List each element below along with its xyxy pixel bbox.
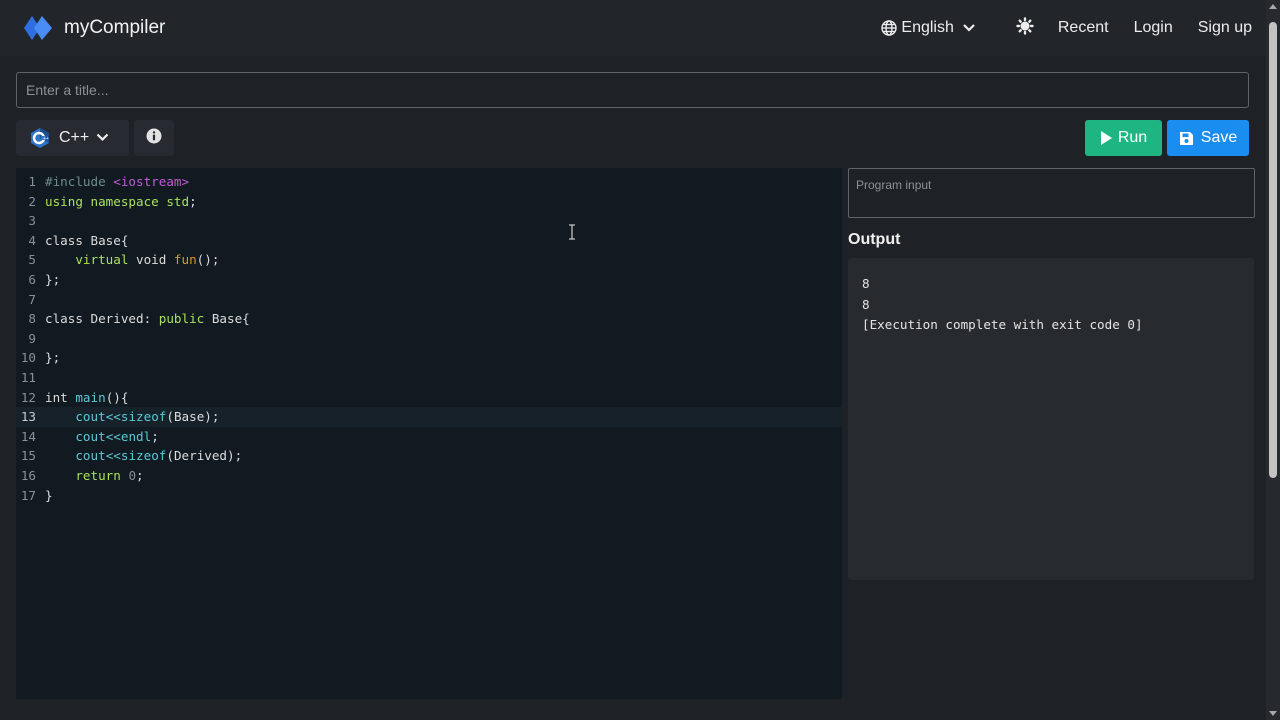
program-input[interactable] bbox=[848, 168, 1255, 218]
line-number: 14 bbox=[20, 428, 36, 444]
code-line[interactable]: 14 cout<<endl; bbox=[16, 427, 842, 447]
chevron-down-icon bbox=[96, 129, 109, 147]
line-number: 2 bbox=[28, 193, 36, 209]
code-line[interactable]: 10}; bbox=[16, 348, 842, 368]
theme-toggle-button[interactable] bbox=[1016, 16, 1034, 40]
code-text: cout<<sizeof(Base); bbox=[75, 409, 220, 425]
code-editor[interactable]: 1 #include <iostream> 2 using namespace std… bbox=[16, 168, 842, 699]
line-number: 7 bbox=[28, 291, 36, 307]
line-number: 5 bbox=[28, 252, 36, 268]
chevron-down-icon bbox=[962, 23, 976, 33]
brand[interactable]: myCompiler bbox=[23, 15, 165, 41]
save-button-label: Save bbox=[1200, 129, 1238, 146]
play-icon bbox=[1100, 131, 1112, 145]
code-text: return 0; bbox=[75, 467, 144, 483]
line-number: 1 bbox=[28, 174, 36, 189]
code-line[interactable]: 3 bbox=[16, 211, 842, 231]
code-line[interactable]: 16 return 0; bbox=[16, 466, 842, 486]
navbar: myCompiler English Recent Login Sign up bbox=[0, 0, 1266, 56]
language-select[interactable]: ++ C++ bbox=[16, 120, 129, 156]
code-text: cout<<endl; bbox=[75, 428, 159, 444]
code-text: int main(){ bbox=[45, 389, 129, 405]
code-line[interactable]: 9 bbox=[16, 329, 842, 349]
language-select-label: C++ bbox=[59, 129, 90, 146]
code-line[interactable]: 7 bbox=[16, 290, 842, 310]
line-number: 10 bbox=[20, 350, 36, 366]
output-heading: Output bbox=[848, 231, 901, 248]
line-number: 4 bbox=[28, 232, 36, 248]
info-icon bbox=[146, 128, 162, 149]
code-line[interactable]: 15 cout<<sizeof(Derived); bbox=[16, 446, 842, 466]
brand-name: myCompiler bbox=[64, 17, 166, 38]
language-label: English bbox=[901, 19, 954, 36]
code-text: class Derived: public Base{ bbox=[45, 311, 250, 327]
nav-link-signup[interactable]: Sign up bbox=[1198, 19, 1252, 37]
globe-icon bbox=[881, 20, 898, 36]
code-line[interactable]: 4 class Base{ bbox=[16, 231, 842, 251]
code-text: }; bbox=[45, 271, 61, 287]
code-line[interactable]: 6}; bbox=[16, 270, 842, 290]
line-number: 16 bbox=[20, 467, 36, 483]
line-number: 13 bbox=[20, 409, 36, 425]
line-number: 6 bbox=[28, 271, 36, 287]
code-line[interactable]: 2 using namespace std; bbox=[16, 192, 842, 212]
title-input[interactable] bbox=[16, 72, 1249, 108]
code-line[interactable]: 1 #include <iostream> bbox=[16, 172, 842, 192]
svg-text:++: ++ bbox=[43, 136, 49, 142]
line-number: 12 bbox=[20, 389, 36, 405]
line-number: 11 bbox=[20, 369, 36, 385]
code-line[interactable]: 13 cout<<sizeof(Base); bbox=[16, 407, 842, 427]
output-panel: 8 8 [Execution complete with exit code 0] bbox=[848, 258, 1254, 580]
output-line: 8 bbox=[862, 296, 870, 312]
language-dropdown[interactable]: English bbox=[881, 19, 975, 37]
nav-link-recent[interactable]: Recent bbox=[1058, 19, 1109, 37]
sun-icon bbox=[1016, 16, 1034, 40]
code-text: cout<<sizeof(Derived); bbox=[75, 448, 243, 464]
code-text: virtual void fun(); bbox=[75, 252, 220, 268]
output-line: [Execution complete with exit code 0] bbox=[862, 317, 1143, 333]
scroll-up-icon[interactable] bbox=[1269, 4, 1277, 9]
scrollbar-thumb[interactable] bbox=[1269, 22, 1277, 478]
code-text: #include <iostream> bbox=[45, 174, 190, 189]
code-text: using namespace std; bbox=[45, 193, 197, 209]
run-button[interactable]: Run bbox=[1085, 120, 1162, 156]
code-text: }; bbox=[45, 350, 61, 366]
code-text: class Base{ bbox=[45, 232, 129, 248]
output-line: 8 bbox=[862, 276, 870, 291]
save-button[interactable]: Save bbox=[1167, 120, 1249, 156]
code-line[interactable]: 11 bbox=[16, 368, 842, 388]
line-number: 8 bbox=[28, 311, 36, 327]
code-line[interactable]: 8 class Derived: public Base{ bbox=[16, 309, 842, 329]
code-line[interactable]: 5 virtual void fun(); bbox=[16, 250, 842, 270]
line-number: 9 bbox=[28, 330, 36, 346]
scroll-down-icon[interactable] bbox=[1269, 711, 1277, 716]
brand-logo-icon bbox=[23, 15, 53, 41]
text-cursor-icon bbox=[568, 224, 576, 240]
line-number: 15 bbox=[20, 448, 36, 464]
code-line[interactable]: 17} bbox=[16, 486, 842, 506]
info-button[interactable] bbox=[134, 120, 174, 156]
floppy-disk-icon bbox=[1179, 131, 1194, 146]
page-scrollbar[interactable] bbox=[1266, 0, 1280, 720]
line-number: 3 bbox=[28, 213, 36, 229]
run-button-label: Run bbox=[1117, 129, 1148, 146]
line-number: 17 bbox=[20, 487, 36, 503]
cpp-logo-icon: ++ bbox=[29, 127, 51, 149]
nav-link-login[interactable]: Login bbox=[1134, 19, 1173, 37]
code-line[interactable]: 12 int main(){ bbox=[16, 388, 842, 408]
code-text: } bbox=[45, 487, 53, 503]
